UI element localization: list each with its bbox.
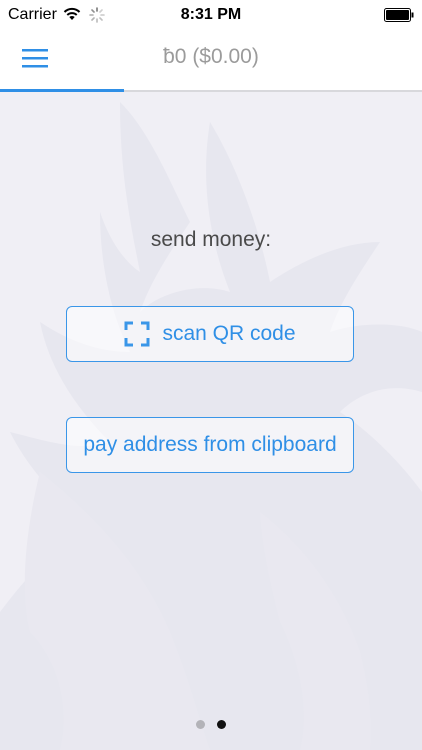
page-dot-1[interactable] — [196, 720, 205, 729]
navigation-bar: ƀ0 ($0.00) — [0, 30, 422, 90]
clock-time: 8:31 PM — [180, 6, 242, 23]
scan-qr-label: scan QR code — [162, 322, 296, 345]
nav-active-indicator — [0, 89, 124, 92]
pay-from-clipboard-label: pay address from clipboard — [83, 433, 337, 456]
battery-icon — [384, 8, 414, 22]
send-screen: send money: scan QR code pay address fro… — [0, 92, 422, 750]
pay-from-clipboard-button[interactable]: pay address from clipboard — [66, 417, 354, 473]
wallet-balance: ƀ0 ($0.00) — [163, 45, 259, 68]
scan-qr-button[interactable]: scan QR code — [66, 306, 354, 362]
qr-scan-frame-icon — [124, 321, 150, 347]
send-money-heading: send money: — [150, 228, 272, 251]
nav-divider — [0, 89, 422, 92]
page-dot-2-active[interactable] — [217, 720, 226, 729]
status-bar: Carrier 8:31 PM — [0, 0, 422, 30]
